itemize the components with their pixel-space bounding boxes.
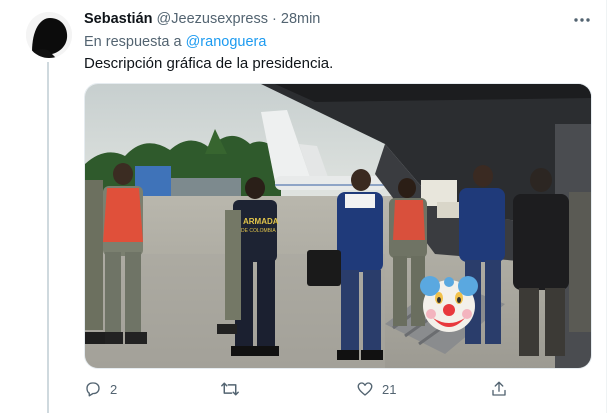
- more-icon[interactable]: [572, 11, 592, 27]
- like-button[interactable]: 21: [356, 378, 396, 400]
- retweet-icon: [220, 380, 240, 398]
- vest-text-colombia: DE COLOMBIA: [241, 228, 276, 234]
- reply-context: En respuesta a @ranoguera: [84, 34, 266, 50]
- author-handle[interactable]: @Jeezusexpress: [157, 11, 268, 27]
- tweet-actions: 2 21: [84, 378, 514, 400]
- tweet-media[interactable]: ARMADA DE COLOMBIA: [84, 83, 592, 369]
- retweet-button[interactable]: [220, 378, 248, 400]
- tweet-card[interactable]: Sebastián @Jeezusexpress · 28min En resp…: [0, 0, 612, 413]
- separator-dot: ·: [272, 11, 277, 27]
- vest-text-armada: ARMADA: [243, 217, 279, 226]
- timestamp[interactable]: 28min: [281, 11, 321, 27]
- like-count: 21: [382, 381, 397, 397]
- media-image: ARMADA DE COLOMBIA: [85, 84, 591, 368]
- reply-count: 2: [110, 381, 118, 397]
- avatar[interactable]: [26, 12, 72, 58]
- reply-button[interactable]: 2: [84, 378, 117, 400]
- reply-prefix: En respuesta a: [84, 34, 182, 50]
- tweet-text: Descripción gráfica de la presidencia.: [84, 55, 334, 72]
- like-icon: [356, 380, 374, 398]
- reply-mention-link[interactable]: @ranoguera: [186, 34, 267, 50]
- reply-icon: [84, 380, 102, 398]
- share-button[interactable]: [490, 378, 508, 400]
- author-name[interactable]: Sebastián: [84, 11, 153, 27]
- column-border: [606, 0, 607, 413]
- thread-line: [47, 62, 49, 413]
- tweet-header: Sebastián @Jeezusexpress · 28min: [84, 11, 320, 31]
- share-icon: [490, 380, 508, 398]
